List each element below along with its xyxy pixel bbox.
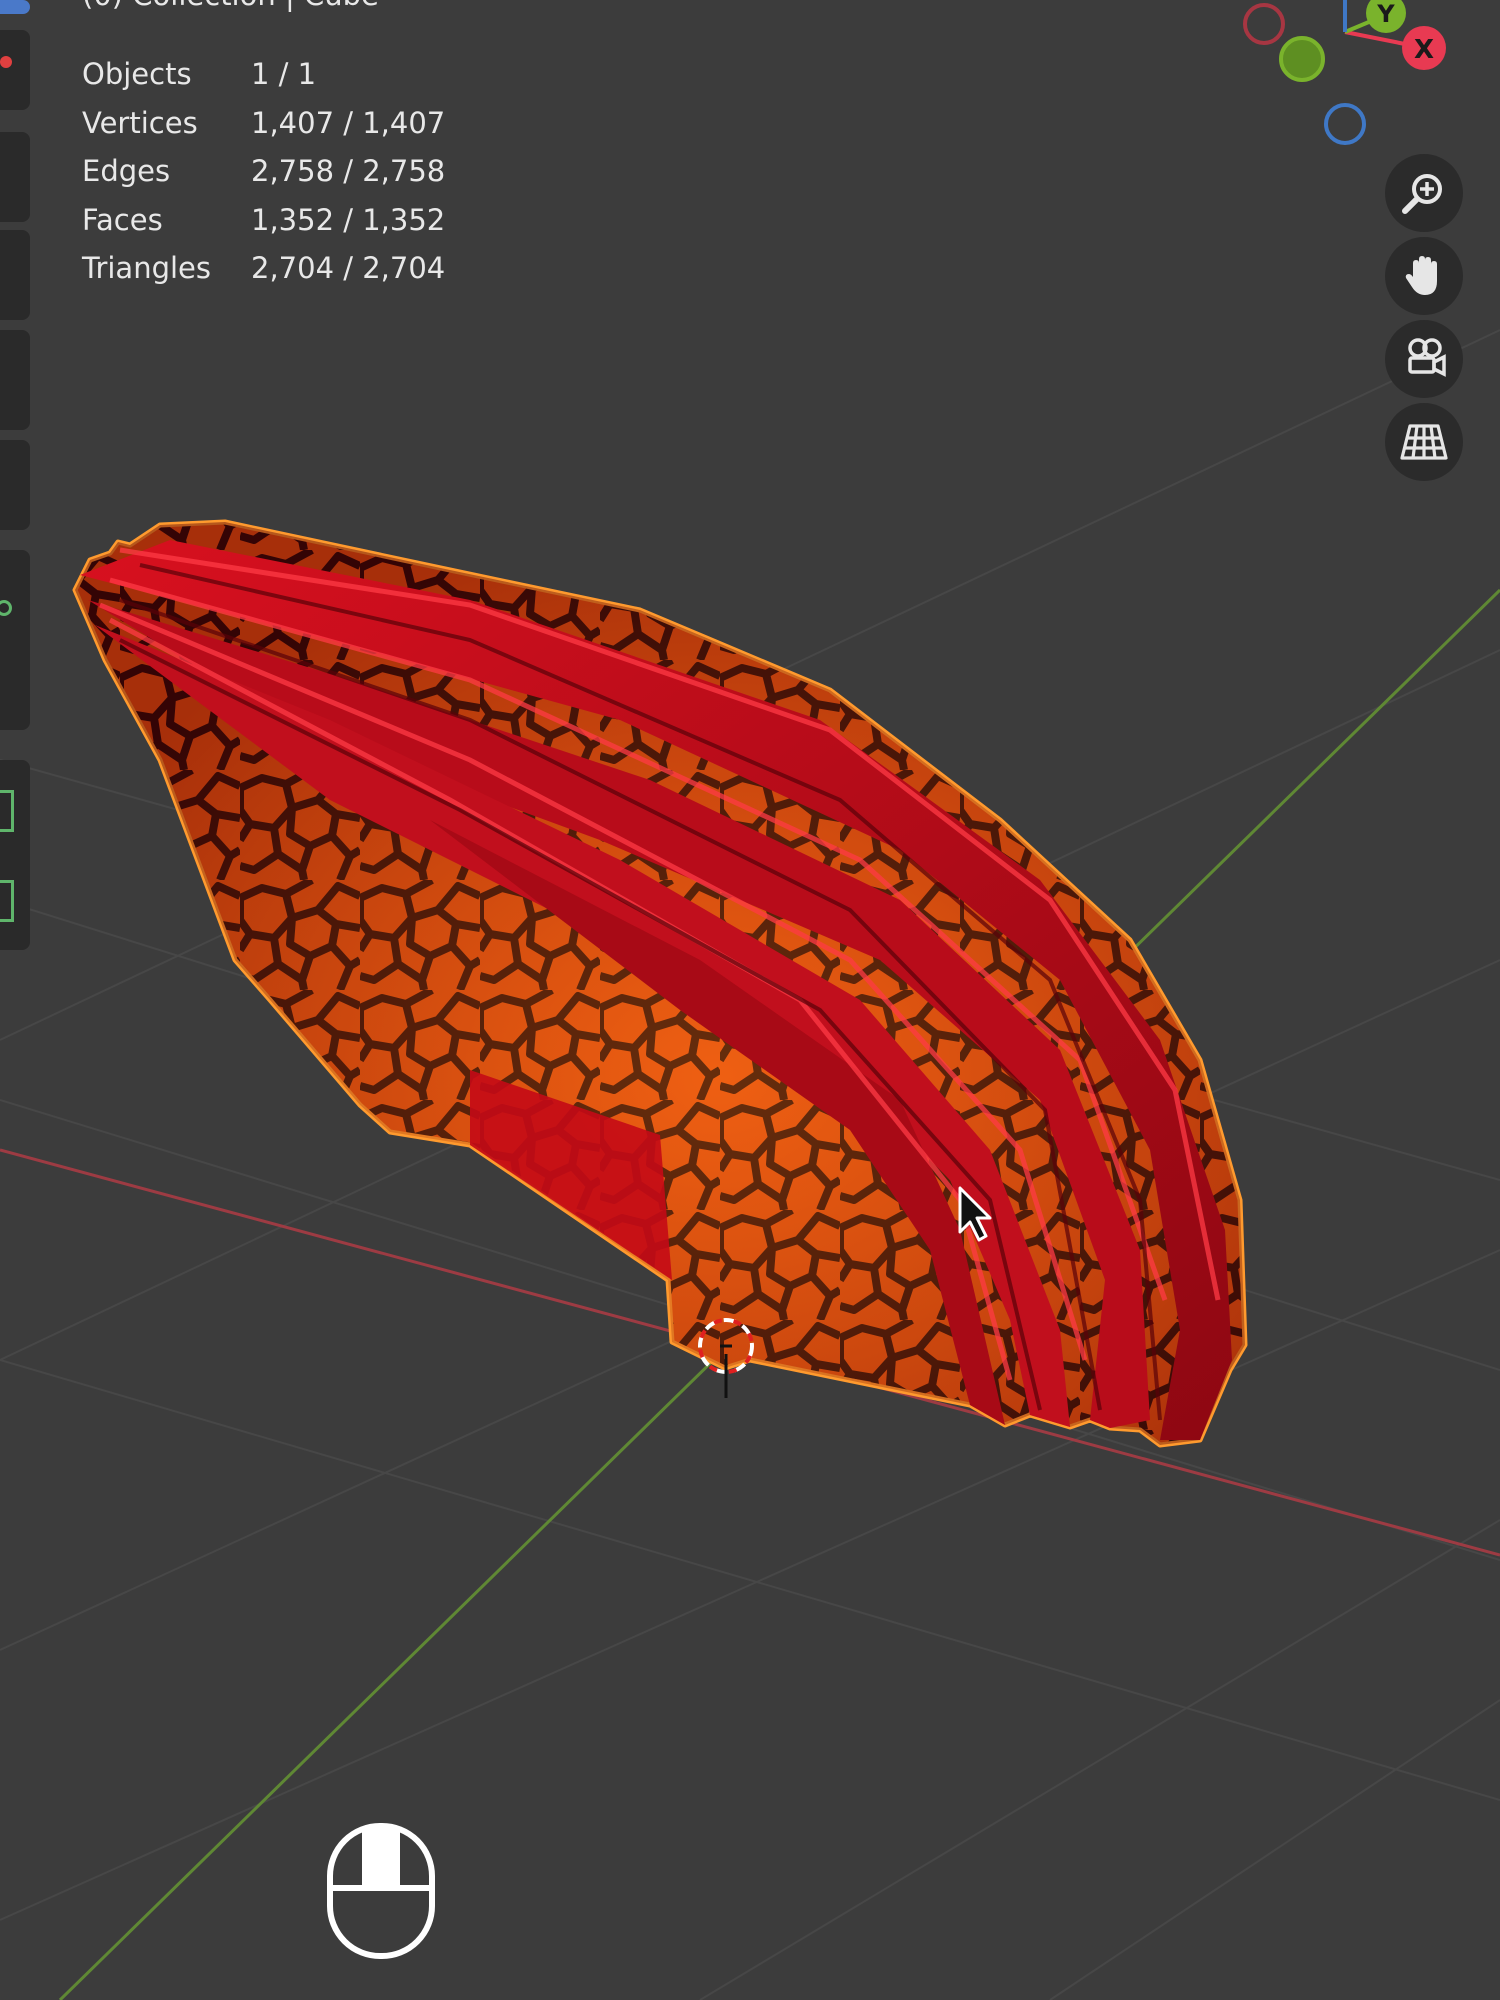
stat-value: 1,407 / 1,407	[251, 105, 446, 140]
pan-button[interactable]	[1385, 237, 1463, 315]
tool-scale-button[interactable]	[0, 330, 30, 430]
stat-row-edges: Edges 2,758 / 2,758	[82, 147, 445, 196]
gizmo-x-label: X	[1414, 35, 1434, 65]
viewport-header-text: (0) Collection | Cube	[82, 0, 379, 12]
tool-move-button[interactable]	[0, 132, 30, 222]
grid-icon	[1400, 424, 1448, 460]
tool-annotate-button[interactable]	[0, 550, 30, 730]
selected-mesh-object	[72, 519, 1248, 1448]
gizmo-neg-x-icon	[1243, 3, 1285, 45]
stat-value: 1,352 / 1,352	[251, 202, 446, 237]
tool-measure-button[interactable]	[0, 760, 30, 950]
pan-hand-icon	[1405, 256, 1437, 295]
stat-row-vertices: Vertices 1,407 / 1,407	[82, 99, 445, 148]
stat-label: Vertices	[82, 105, 198, 140]
gizmo-neg-z-icon	[1324, 103, 1366, 145]
camera-icon	[1408, 338, 1446, 377]
stat-label: Faces	[82, 202, 163, 237]
stat-label: Edges	[82, 154, 171, 189]
perspective-toggle-button[interactable]	[1385, 403, 1463, 481]
3d-viewport[interactable]: Y X	[0, 0, 1500, 2000]
stat-row-triangles: Triangles 2,704 / 2,704	[82, 244, 445, 293]
stat-label: Triangles	[82, 251, 211, 286]
camera-view-button[interactable]	[1385, 320, 1463, 398]
mouse-left-button-icon	[327, 1823, 435, 1959]
stat-value: 2,758 / 2,758	[251, 154, 446, 189]
add-cube-icon-2	[0, 880, 14, 922]
annotate-icon	[0, 600, 12, 616]
tool-rotate-button[interactable]	[0, 230, 30, 320]
stat-row-faces: Faces 1,352 / 1,352	[82, 196, 445, 245]
left-toolbar	[0, 0, 30, 1000]
cursor-icon	[0, 56, 12, 68]
tool-cursor-button[interactable]	[0, 30, 30, 110]
gizmo-y-label: Y	[1376, 0, 1395, 28]
stat-row-objects: Objects 1 / 1	[82, 50, 445, 99]
stat-value: 1 / 1	[251, 57, 317, 92]
zoom-button[interactable]	[1385, 154, 1463, 232]
zoom-icon	[1402, 174, 1442, 214]
gizmo-neg-y-icon	[1279, 36, 1325, 82]
tool-transform-button[interactable]	[0, 440, 30, 530]
add-cube-icon	[0, 790, 14, 832]
tool-select-button[interactable]	[0, 0, 30, 14]
stat-value: 2,704 / 2,704	[251, 251, 446, 286]
stat-label: Objects	[82, 57, 192, 92]
orientation-gizmo[interactable]	[1243, 0, 1446, 145]
scene-statistics: Objects 1 / 1 Vertices 1,407 / 1,407 Edg…	[82, 50, 445, 293]
